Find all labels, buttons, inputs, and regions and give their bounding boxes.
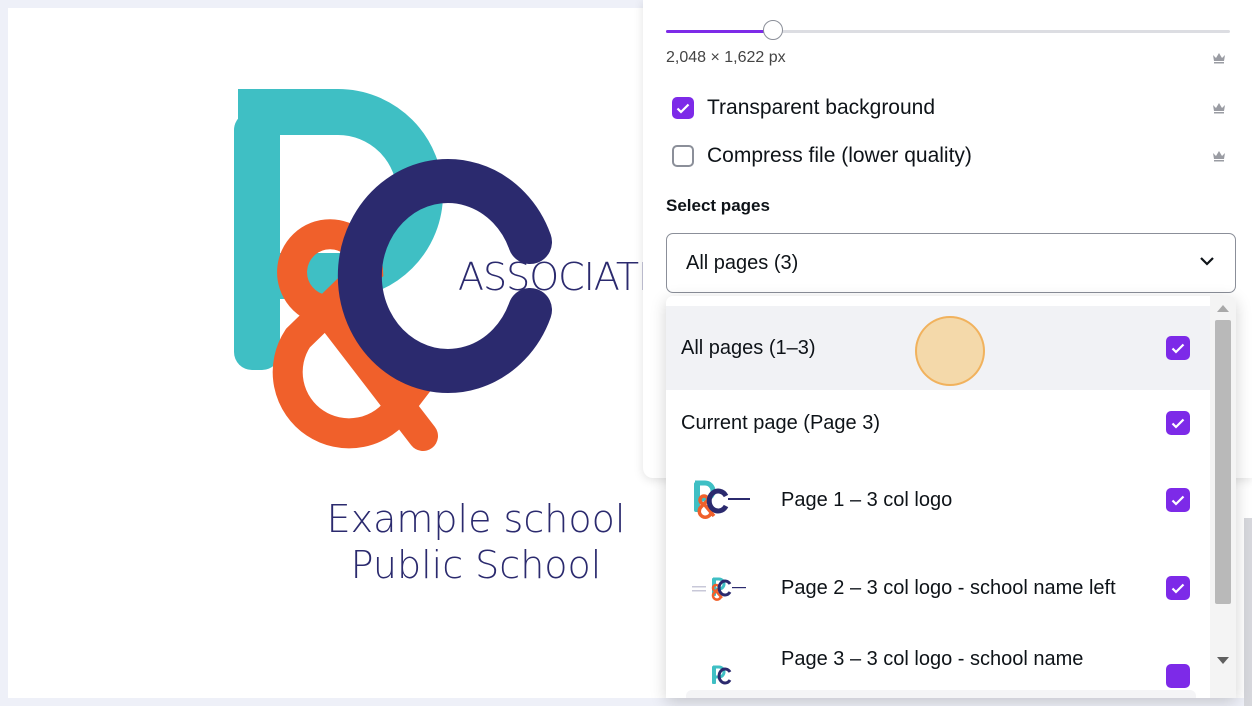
checkmark-icon — [676, 103, 690, 114]
menu-item-checkbox[interactable] — [1166, 576, 1190, 600]
school-name-text: Example school Public School — [276, 496, 676, 588]
select-pages-label: Select pages — [666, 196, 770, 215]
crown-icon — [1213, 103, 1225, 114]
menu-bottom-edge — [686, 690, 1196, 698]
menu-item-label: Page 3 – 3 col logo - school name — [781, 648, 1084, 670]
logo-p-stem — [234, 112, 280, 370]
menu-item-page-3[interactable]: Page 3 – 3 col logo - school name — [666, 632, 1210, 692]
menu-item-checkbox[interactable] — [1166, 664, 1190, 688]
scrollbar-thumb[interactable] — [1215, 320, 1231, 604]
menu-item-label: Page 2 – 3 col logo - school name left — [781, 576, 1116, 599]
checkmark-icon — [1171, 495, 1185, 506]
logo-association-text: ASSOCIATIO — [458, 255, 668, 299]
menu-item-current-page[interactable]: Current page (Page 3) — [666, 390, 1210, 456]
checkmark-icon — [1171, 418, 1185, 429]
size-slider-thumb[interactable] — [763, 20, 784, 40]
cursor-highlight — [915, 316, 985, 386]
transparent-background-checkbox[interactable] — [672, 97, 694, 119]
dimensions-text: 2,048 × 1,622 px — [666, 49, 786, 66]
compress-file-checkbox[interactable] — [672, 145, 694, 167]
transparent-background-label: Transparent background — [707, 96, 936, 119]
menu-item-checkbox[interactable] — [1166, 336, 1190, 360]
crown-icon — [1213, 151, 1225, 162]
school-name-line1: Example school — [326, 497, 626, 541]
page-2-thumbnail — [692, 577, 746, 601]
menu-scrollbar[interactable] — [1210, 296, 1236, 698]
compress-file-label: Compress file (lower quality) — [707, 144, 972, 167]
checkmark-icon — [1171, 343, 1185, 354]
scroll-down-arrow-icon[interactable] — [1217, 657, 1229, 664]
pc-association-logo: ASSOCIATIO — [234, 89, 668, 451]
page-3-thumbnail — [712, 665, 732, 685]
menu-item-page-1[interactable]: Page 1 – 3 col logo — [666, 456, 1210, 544]
select-pages-dropdown[interactable]: All pages (3) — [666, 233, 1236, 293]
select-pages-value: All pages (3) — [686, 251, 799, 274]
page-1-thumbnail — [694, 480, 750, 519]
menu-item-label: Page 1 – 3 col logo — [781, 488, 953, 511]
scroll-up-arrow-icon[interactable] — [1217, 305, 1229, 312]
size-slider-fill — [666, 30, 774, 33]
menu-item-label: All pages (1–3) — [681, 336, 816, 359]
menu-item-page-2[interactable]: Page 2 – 3 col logo - school name left — [666, 544, 1210, 632]
menu-item-label: Current page (Page 3) — [681, 411, 881, 434]
crown-icon — [1213, 53, 1225, 64]
size-slider[interactable] — [666, 20, 1230, 40]
checkmark-icon — [1171, 583, 1185, 594]
chevron-down-icon — [1200, 257, 1214, 266]
menu-item-checkbox[interactable] — [1166, 411, 1190, 435]
transparent-background-option[interactable]: Transparent background — [672, 96, 935, 120]
menu-item-checkbox[interactable] — [1166, 488, 1190, 512]
canvas-edge-bar — [1244, 518, 1252, 706]
compress-file-option[interactable]: Compress file (lower quality) — [672, 144, 972, 168]
school-name-line2: Public School — [350, 543, 602, 587]
